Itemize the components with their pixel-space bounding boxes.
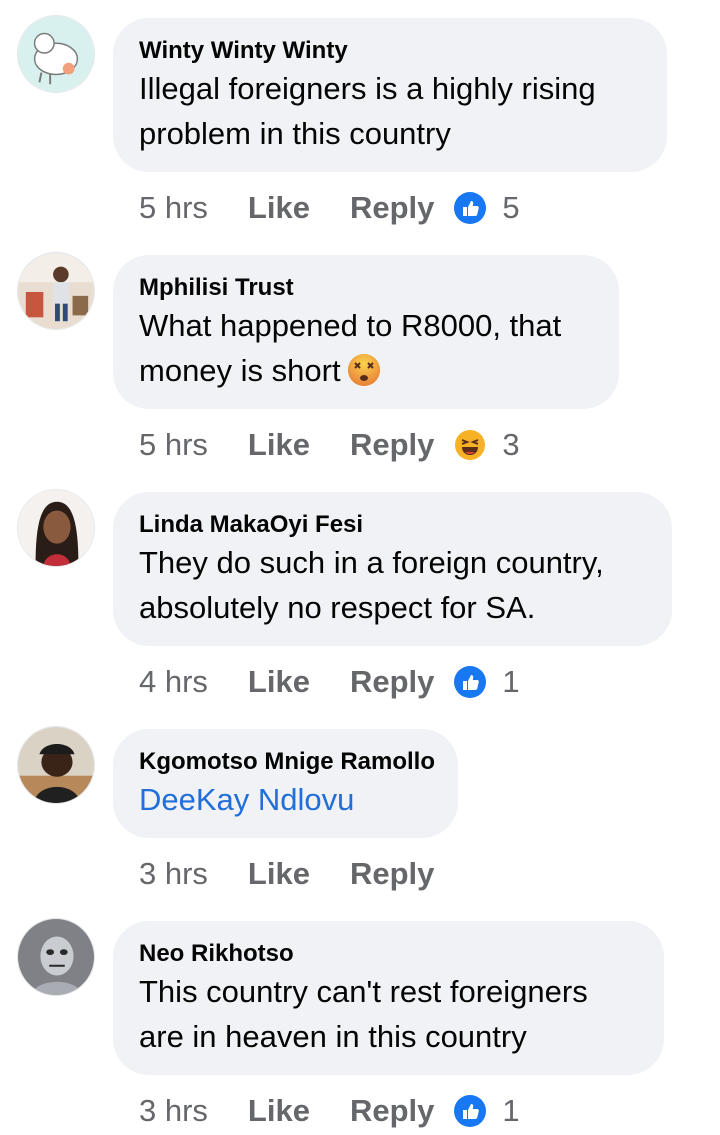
like-button[interactable]: Like	[248, 190, 310, 226]
comment-text: money is short	[139, 348, 593, 393]
like-button[interactable]: Like	[248, 856, 310, 892]
comment-bubble: Winty Winty Winty Illegal foreigners is …	[113, 18, 667, 172]
comment-author[interactable]: Linda MakaOyi Fesi	[139, 510, 646, 540]
mention-link[interactable]: DeeKay Ndlovu	[139, 777, 432, 822]
avatar[interactable]	[17, 726, 95, 804]
comment-bubble: Neo Rikhotso This country can't rest for…	[113, 921, 664, 1075]
comment-timestamp[interactable]: 3 hrs	[139, 1093, 208, 1129]
comment-actions: 3 hrs Like Reply 1	[139, 1091, 520, 1131]
like-button[interactable]: Like	[248, 664, 310, 700]
avatar-image	[18, 490, 94, 566]
reaction-count[interactable]: 1	[502, 1093, 519, 1129]
comment-text: What happened to R8000, that	[139, 308, 562, 343]
avatar-image	[18, 919, 94, 995]
comment-text: They do such in a foreign country,	[139, 545, 604, 580]
reaction-count[interactable]: 3	[502, 427, 519, 463]
haha-reaction-icon[interactable]	[454, 429, 486, 461]
avatar-image	[18, 253, 94, 329]
comment-bubble: Linda MakaOyi Fesi They do such in a for…	[113, 492, 672, 646]
comment-timestamp[interactable]: 5 hrs	[139, 190, 208, 226]
comment-actions: 4 hrs Like Reply 1	[139, 662, 520, 702]
dizzy-face-emoji-icon	[347, 353, 381, 387]
like-reaction-icon[interactable]	[454, 1095, 487, 1127]
avatar[interactable]	[17, 252, 95, 330]
comment-text: Illegal foreigners is a highly rising	[139, 71, 596, 106]
reaction-count[interactable]: 5	[502, 190, 519, 226]
reply-button[interactable]: Reply	[350, 856, 434, 892]
avatar-image	[18, 727, 94, 803]
like-button[interactable]: Like	[248, 427, 310, 463]
reply-button[interactable]: Reply	[350, 427, 434, 463]
like-reaction-icon[interactable]	[454, 192, 487, 224]
comment-text-line: money is short	[139, 353, 341, 388]
like-button[interactable]: Like	[248, 1093, 310, 1129]
reply-button[interactable]: Reply	[350, 190, 434, 226]
reaction-count[interactable]: 1	[502, 664, 519, 700]
like-reaction-icon[interactable]	[454, 666, 487, 698]
comment-author[interactable]: Kgomotso Mnige Ramollo	[139, 747, 435, 777]
comment-actions: 5 hrs Like Reply 3	[139, 425, 520, 465]
reply-button[interactable]: Reply	[350, 1093, 434, 1129]
comment-timestamp[interactable]: 4 hrs	[139, 664, 208, 700]
comment-timestamp[interactable]: 3 hrs	[139, 856, 208, 892]
avatar-image	[18, 16, 94, 92]
avatar[interactable]	[17, 489, 95, 567]
comment-timestamp[interactable]: 5 hrs	[139, 427, 208, 463]
comment-actions: 5 hrs Like Reply 5	[139, 188, 520, 228]
comment-text: are in heaven in this country	[139, 1019, 527, 1054]
comment-author[interactable]: Winty Winty Winty	[139, 36, 641, 66]
comment-author[interactable]: Mphilisi Trust	[139, 273, 593, 303]
reply-button[interactable]: Reply	[350, 664, 434, 700]
comment-bubble: Mphilisi Trust What happened to R8000, t…	[113, 255, 619, 409]
avatar[interactable]	[17, 918, 95, 996]
comment-text: absolutely no respect for SA.	[139, 590, 536, 625]
comment-bubble: Kgomotso Mnige Ramollo DeeKay Ndlovu	[113, 729, 458, 838]
comment-text: problem in this country	[139, 116, 451, 151]
avatar[interactable]	[17, 15, 95, 93]
comment-actions: 3 hrs Like Reply	[139, 854, 454, 894]
comment-author[interactable]: Neo Rikhotso	[139, 939, 638, 969]
comment-text: This country can't rest foreigners	[139, 974, 588, 1009]
